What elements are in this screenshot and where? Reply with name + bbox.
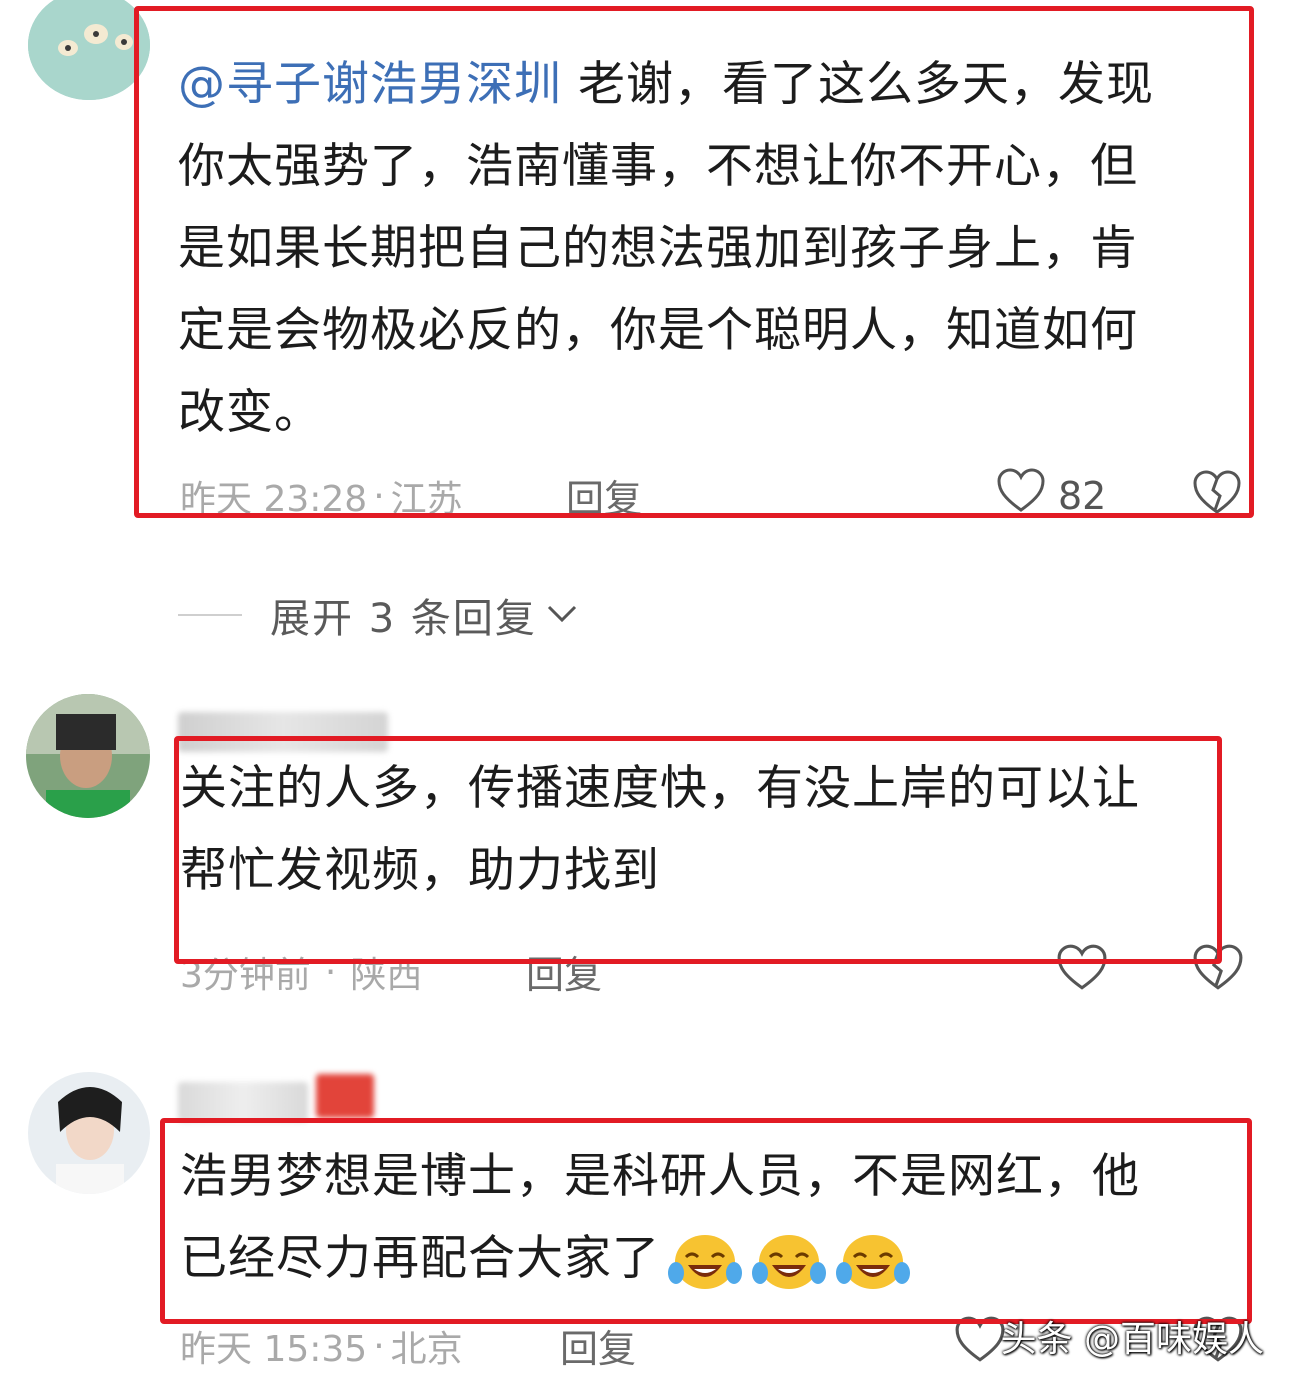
like-button[interactable]: 82 [996, 468, 1106, 523]
broken-heart-icon[interactable] [1192, 470, 1242, 520]
meta-separator: · [373, 475, 385, 517]
comment-location: 北京 [390, 1329, 463, 1370]
comment-1: @寻子谢浩男深圳 老谢，看了这么多天，发现 你太强势了，浩南懂事，不想让你不开心… [0, 0, 1294, 530]
avatar[interactable] [28, 0, 150, 100]
comment-text: 浩男梦想是博士，是科研人员，不是网红，他 已经尽力再配合大家了 [180, 1136, 1240, 1300]
mention-link[interactable]: @寻子谢浩男深圳 [178, 57, 562, 112]
comment-line-4: 定是会物极必反的，你是个聪明人，知道如何 [178, 303, 1138, 358]
expand-replies-label: 展开 3 条回复 [270, 596, 537, 642]
comment-2: 关注的人多，传播速度快，有没上岸的可以让 帮忙发视频，助力找到 3分钟前 · 陕… [0, 690, 1294, 1010]
comment-text: 关注的人多，传播速度快，有没上岸的可以让 帮忙发视频，助力找到 [180, 748, 1220, 912]
comment-line-2: 帮忙发视频，助力找到 [180, 843, 660, 898]
comment-time: 3分钟前 [180, 955, 311, 996]
like-count: 82 [1058, 473, 1107, 518]
avatar[interactable] [28, 1072, 150, 1194]
comment-location: 陕西 [350, 955, 423, 996]
meta-separator: · [373, 1325, 385, 1367]
comment-text: @寻子谢浩男深圳 老谢，看了这么多天，发现 你太强势了，浩南懂事，不想让你不开心… [178, 44, 1238, 454]
comment-line-1: 浩男梦想是博士，是科研人员，不是网红，他 [180, 1149, 1140, 1204]
comment-meta: 昨天 23:28 · 江苏 [180, 470, 463, 522]
chevron-down-icon [545, 601, 579, 629]
expand-replies-button[interactable]: 展开 3 条回复 [178, 586, 579, 644]
avatar-image [28, 0, 150, 100]
comment-line-1: @寻子谢浩男深圳 老谢，看了这么多天，发现 [178, 44, 1238, 126]
laugh-cry-emoji [750, 1231, 828, 1293]
avatar-image [26, 694, 150, 818]
username-blurred [178, 1082, 308, 1122]
username-blurred [178, 712, 388, 752]
comment-time: 昨天 15:35 [180, 1329, 368, 1370]
avatar[interactable] [26, 694, 150, 818]
comment-time: 昨天 23:28 [180, 479, 368, 520]
meta-separator: · [324, 951, 337, 993]
comment-line-5: 改变。 [178, 385, 322, 440]
laugh-cry-emoji [834, 1231, 912, 1293]
badge-blurred [316, 1074, 374, 1118]
reply-button[interactable]: 回复 [560, 1318, 636, 1373]
comment-line-2: 已经尽力再配合大家了 [180, 1218, 1240, 1300]
comment-meta: 3分钟前 · 陕西 [180, 946, 422, 998]
heart-outline-icon [996, 468, 1046, 523]
watermark: 头条 @百味娱人 [1000, 1319, 1264, 1360]
comment-line-2: 你太强势了，浩南懂事，不想让你不开心，但 [178, 139, 1138, 194]
comment-line-1-text: 老谢，看了这么多天，发现 [562, 57, 1154, 112]
laugh-cry-emoji [666, 1231, 744, 1293]
comment-line-3: 是如果长期把自己的想法强加到孩子身上，肯 [178, 221, 1138, 276]
heart-outline-icon[interactable] [1056, 944, 1108, 996]
reply-button[interactable]: 回复 [526, 944, 602, 999]
comment-location: 江苏 [390, 479, 463, 520]
divider-line [178, 614, 242, 616]
comment-meta: 昨天 15:35 · 北京 [180, 1320, 463, 1372]
broken-heart-icon[interactable] [1192, 944, 1244, 996]
avatar-image [28, 1072, 150, 1194]
reply-button[interactable]: 回复 [566, 468, 642, 523]
comment-line-2-text: 已经尽力再配合大家了 [180, 1231, 660, 1286]
heart-outline-icon[interactable] [954, 1316, 1006, 1368]
comment-line-1: 关注的人多，传播速度快，有没上岸的可以让 [180, 761, 1140, 816]
